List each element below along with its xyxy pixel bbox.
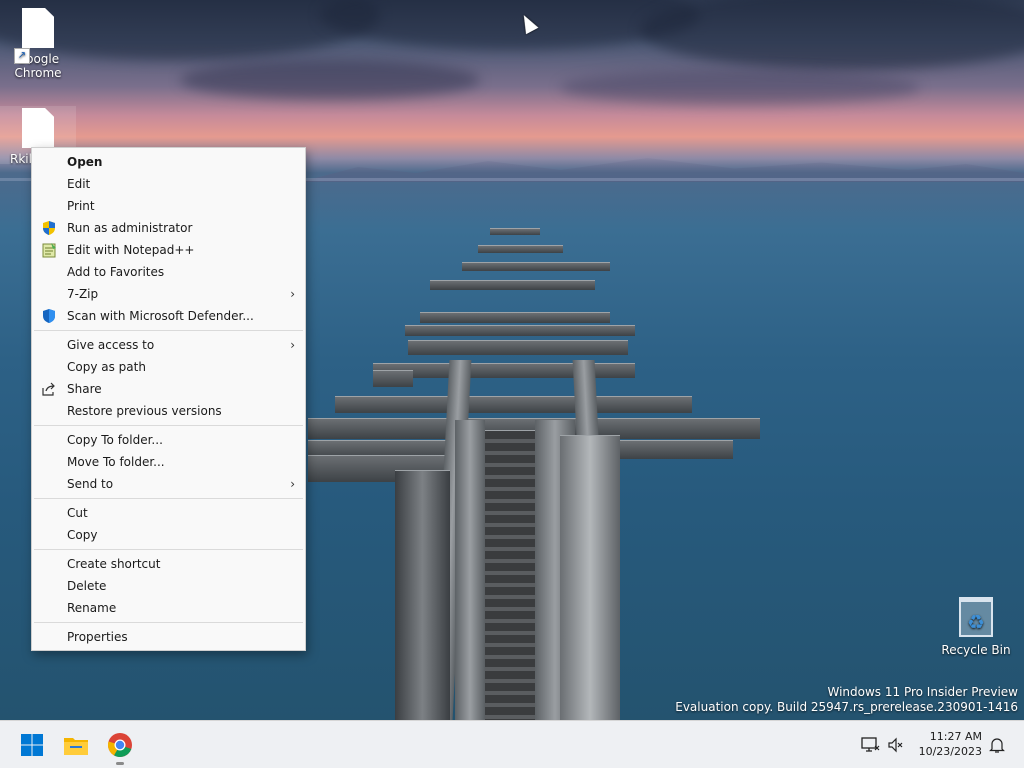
recycle-bin-label: Recycle Bin bbox=[941, 643, 1011, 657]
menu-item-label: Delete bbox=[67, 579, 107, 593]
watermark-line1: Windows 11 Pro Insider Preview bbox=[827, 685, 1018, 699]
notepadpp-icon bbox=[41, 242, 57, 258]
chevron-right-icon: › bbox=[290, 287, 295, 301]
menu-item-label: Copy as path bbox=[67, 360, 146, 374]
menu-item-add-to-favorites[interactable]: Add to Favorites bbox=[32, 261, 305, 283]
chrome-taskbar-button[interactable] bbox=[104, 729, 136, 765]
menu-item-rename[interactable]: Rename bbox=[32, 597, 305, 619]
menu-item-label: Scan with Microsoft Defender... bbox=[67, 309, 254, 323]
menu-item-copy[interactable]: Copy bbox=[32, 524, 305, 546]
menu-item-label: Edit bbox=[67, 177, 91, 191]
menu-item-cut[interactable]: Cut bbox=[32, 502, 305, 524]
clock-date: 10/23/2023 bbox=[918, 745, 982, 758]
file-explorer-button[interactable] bbox=[60, 729, 92, 761]
network-icon[interactable] bbox=[860, 736, 880, 754]
menu-item-label: Give access to bbox=[67, 338, 155, 352]
taskbar: 11:27 AM 10/23/2023 bbox=[0, 720, 1024, 768]
file-icon bbox=[22, 108, 54, 148]
menu-item-label: Cut bbox=[67, 506, 88, 520]
menu-item-give-access-to[interactable]: Give access to › bbox=[32, 334, 305, 356]
menu-item-7zip[interactable]: 7-Zip › bbox=[32, 283, 305, 305]
menu-item-label: 7-Zip bbox=[67, 287, 99, 301]
recycle-bin-icon: ♻ bbox=[959, 597, 993, 637]
menu-item-label: Open bbox=[67, 155, 103, 169]
menu-item-label: Restore previous versions bbox=[67, 404, 222, 418]
menu-item-label: Add to Favorites bbox=[67, 265, 165, 279]
shortcut-arrow-icon: ↗ bbox=[14, 48, 30, 64]
menu-item-label: Create shortcut bbox=[67, 557, 161, 571]
menu-item-share[interactable]: Share bbox=[32, 378, 305, 400]
menu-item-properties[interactable]: Properties bbox=[32, 626, 305, 648]
desktop-icon-recycle-bin[interactable]: ♻ Recycle Bin bbox=[936, 597, 1016, 657]
windows-logo-icon bbox=[21, 734, 43, 756]
menu-item-run-as-administrator[interactable]: Run as administrator bbox=[32, 217, 305, 239]
menu-item-edit-with-notepadpp[interactable]: Edit with Notepad++ bbox=[32, 239, 305, 261]
folder-icon bbox=[64, 738, 88, 755]
running-indicator bbox=[116, 762, 124, 765]
menu-item-restore-previous-versions[interactable]: Restore previous versions bbox=[32, 400, 305, 422]
menu-item-label: Move To folder... bbox=[67, 455, 165, 469]
menu-item-label: Print bbox=[67, 199, 95, 213]
menu-item-move-to-folder[interactable]: Move To folder... bbox=[32, 451, 305, 473]
share-icon bbox=[41, 381, 57, 397]
menu-item-copy-as-path[interactable]: Copy as path bbox=[32, 356, 305, 378]
desktop-icon-label-line2: Chrome bbox=[14, 66, 62, 80]
notification-bell-icon[interactable] bbox=[988, 736, 1006, 754]
clock-time: 11:27 AM bbox=[929, 730, 982, 743]
menu-item-label: Copy To folder... bbox=[67, 433, 163, 447]
menu-item-scan-with-defender[interactable]: Scan with Microsoft Defender... bbox=[32, 305, 305, 327]
windows-watermark: Windows 11 Pro Insider Preview Evaluatio… bbox=[675, 685, 1018, 715]
menu-item-label: Edit with Notepad++ bbox=[67, 243, 195, 257]
desktop-icon-label-line1: Google bbox=[16, 52, 60, 66]
file-icon bbox=[22, 8, 54, 48]
watermark-line2: Evaluation copy. Build 25947.rs_prerelea… bbox=[675, 700, 1018, 714]
menu-item-label: Share bbox=[67, 382, 102, 396]
menu-item-delete[interactable]: Delete bbox=[32, 575, 305, 597]
context-menu: Open Edit Print Run as administrator Edi… bbox=[31, 147, 306, 651]
menu-separator bbox=[34, 498, 303, 499]
menu-item-open[interactable]: Open bbox=[32, 151, 305, 173]
menu-separator bbox=[34, 330, 303, 331]
menu-item-label: Send to bbox=[67, 477, 114, 491]
menu-item-print[interactable]: Print bbox=[32, 195, 305, 217]
menu-item-label: Run as administrator bbox=[67, 221, 193, 235]
menu-separator bbox=[34, 425, 303, 426]
shield-uac-icon bbox=[41, 220, 57, 236]
menu-item-label: Rename bbox=[67, 601, 117, 615]
menu-item-copy-to-folder[interactable]: Copy To folder... bbox=[32, 429, 305, 451]
chevron-right-icon: › bbox=[290, 338, 295, 352]
menu-item-label: Copy bbox=[67, 528, 98, 542]
chevron-right-icon: › bbox=[290, 477, 295, 491]
menu-separator bbox=[34, 549, 303, 550]
menu-item-create-shortcut[interactable]: Create shortcut bbox=[32, 553, 305, 575]
menu-separator bbox=[34, 622, 303, 623]
menu-item-edit[interactable]: Edit bbox=[32, 173, 305, 195]
start-button[interactable] bbox=[16, 729, 48, 761]
menu-item-label: Properties bbox=[67, 630, 128, 644]
chrome-icon bbox=[107, 733, 132, 757]
menu-item-send-to[interactable]: Send to › bbox=[32, 473, 305, 495]
system-clock[interactable]: 11:27 AM 10/23/2023 bbox=[902, 729, 982, 759]
defender-shield-icon bbox=[41, 308, 57, 324]
desktop-icon-google-chrome[interactable]: ↗ Google Chrome bbox=[0, 8, 76, 80]
